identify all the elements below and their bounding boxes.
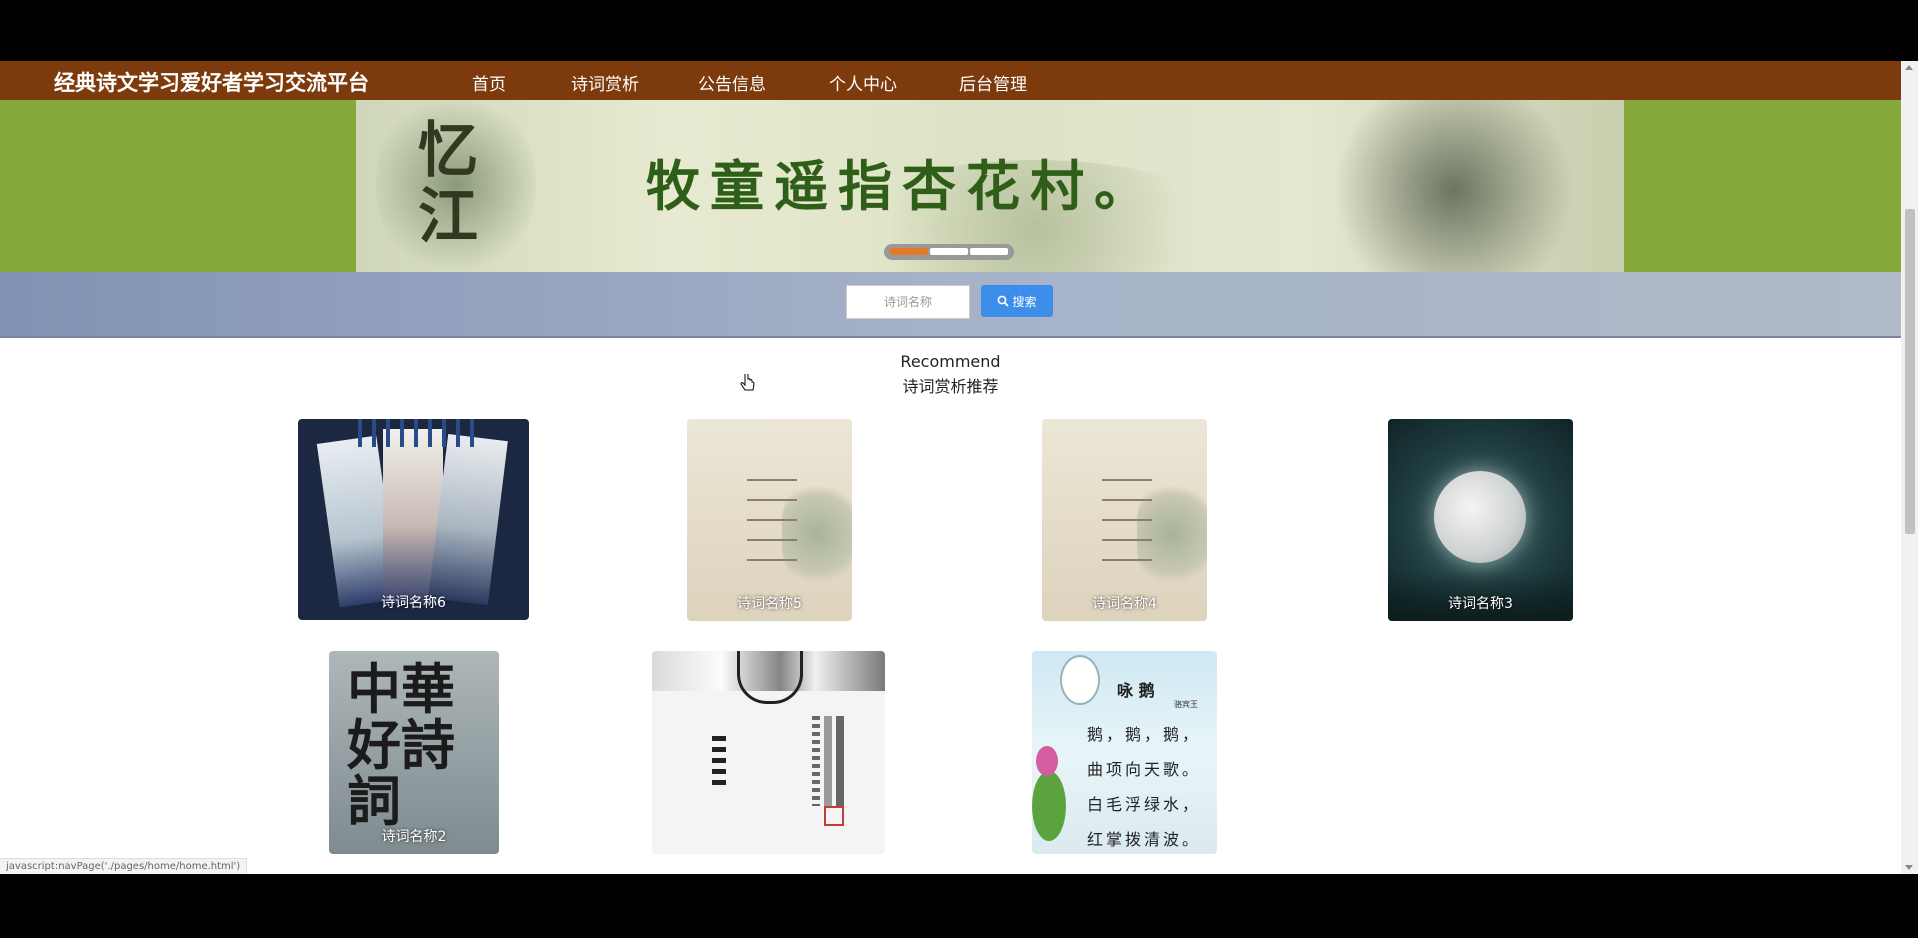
search-button-label: 搜索 [1012,294,1037,309]
hand-cursor-icon [740,374,755,391]
search-icon [998,295,1010,307]
search-bar: 搜索 [0,272,1901,338]
search-input[interactable] [846,285,970,319]
calligraphy-chars: 中華好詩詞 [347,657,455,833]
nav-announcements[interactable]: 公告信息 [698,70,766,95]
bookmarks-image [298,419,529,620]
poem-card[interactable]: 诗词名称3 [1388,419,1573,621]
carousel-indicator [884,244,1014,260]
goose-poem-author: 骆宾王 [1174,700,1198,709]
browser-viewport: 经典诗文学习爱好者学习交流平台 首页 诗词赏析 公告信息 个人中心 后台管理 忆… [0,61,1901,874]
carousel-dot-1[interactable] [890,248,928,255]
banner-poem-line: 牧童遥指杏花村。 [646,154,1158,218]
nav-home[interactable]: 首页 [472,70,506,95]
site-title[interactable]: 经典诗文学习爱好者学习交流平台 [54,67,369,97]
ink-landscape-image [1042,419,1207,621]
nav-personal-center[interactable]: 个人中心 [829,70,897,95]
poem-card[interactable]: 咏 鹅 骆宾王 鹅，鹅，鹅， 曲项向天歌。 白毛浮绿水， 红掌拨清波。 [1032,651,1217,854]
poem-card-caption: 诗词名称5 [737,596,802,612]
poem-card[interactable]: 中華好詩詞 诗词名称2 [329,651,499,854]
poem-card-caption: 诗词名称2 [381,829,447,845]
moon-image [1388,419,1573,621]
recommend-title-en: Recommend [900,352,1001,371]
goose-poem-line-1: 鹅，鹅，鹅， [1087,725,1202,744]
ink-landscape-image [687,419,852,621]
poem-card[interactable]: 诗词名称5 [687,419,852,621]
nav-poetry-analysis[interactable]: 诗词赏析 [571,70,639,95]
status-bar-link-preview: javascript:navPage('./pages/home/home.ht… [0,858,248,874]
goose-poem-line-2: 曲项向天歌。 [1087,760,1202,779]
poem-card-caption: 诗词名称3 [1448,596,1513,612]
poem-card[interactable]: 诗词名称6 [298,419,529,620]
scroll-up-icon[interactable] [1905,65,1913,70]
recommend-title-cn: 诗词赏析推荐 [902,377,999,396]
poem-card-caption: 诗词名称6 [381,595,446,611]
carousel-dot-2[interactable] [930,248,968,255]
calligraphy-image: 中華好詩詞 [329,651,499,854]
top-navbar: 经典诗文学习爱好者学习交流平台 首页 诗词赏析 公告信息 个人中心 后台管理 [0,61,1901,100]
goose-poem-line-3: 白毛浮绿水， [1087,795,1202,814]
poem-card[interactable]: 诗词名称4 [1042,419,1207,621]
goose-poem-title: 咏 鹅 [1117,681,1155,700]
banner-calligraphy: 忆江 [418,116,478,252]
poem-card-caption: 诗词名称4 [1092,596,1157,612]
search-button[interactable]: 搜索 [981,285,1053,317]
vertical-scrollbar[interactable] [1901,61,1918,874]
goose-poem-image: 咏 鹅 骆宾王 鹅，鹅，鹅， 曲项向天歌。 白毛浮绿水， 红掌拨清波。 [1032,651,1217,854]
poem-card[interactable] [652,651,885,854]
scroll-thumb[interactable] [1905,209,1915,534]
ink-portrait-image [652,651,885,854]
carousel-dot-3[interactable] [970,248,1008,255]
nav-admin[interactable]: 后台管理 [959,70,1027,95]
scroll-down-icon[interactable] [1905,865,1913,870]
goose-poem-line-4: 红掌拨清波。 [1087,830,1202,849]
